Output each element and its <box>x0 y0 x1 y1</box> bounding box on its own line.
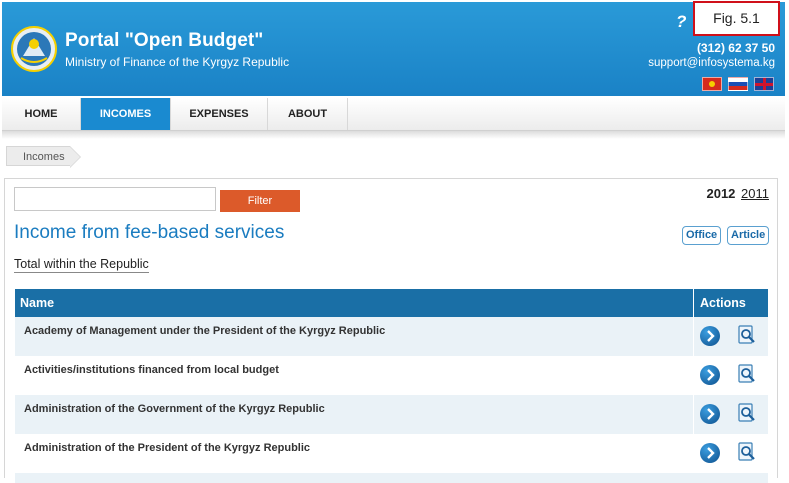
figure-label: Fig. 5.1 <box>693 1 780 36</box>
row-name: Administration of the President of the K… <box>24 442 311 454</box>
main-nav: HOME INCOMES EXPENSES ABOUT <box>2 98 785 131</box>
kyrgyz-emblem-icon <box>11 26 57 72</box>
support-email[interactable]: support@infosystema.kg <box>648 57 775 69</box>
magnifier-document-icon[interactable] <box>738 442 756 462</box>
year-link-2011[interactable]: 2011 <box>741 186 769 201</box>
portal-title[interactable]: Portal "Open Budget" <box>65 30 263 52</box>
column-header-name: Name <box>20 296 55 310</box>
open-arrow-icon[interactable] <box>700 326 720 346</box>
magnifier-document-icon[interactable] <box>738 364 756 384</box>
magnifier-document-icon[interactable] <box>738 403 756 423</box>
search-input[interactable] <box>14 187 216 211</box>
row-actions <box>693 317 768 356</box>
table-row: Academy of Management under the Presiden… <box>15 317 768 356</box>
year-selector: 2012 2011 <box>706 186 769 201</box>
nav-incomes[interactable]: INCOMES <box>81 98 171 130</box>
russian-flag-icon[interactable] <box>728 77 748 91</box>
table-row <box>15 473 768 483</box>
magnifier-document-icon[interactable] <box>738 325 756 345</box>
table-row: Administration of the Government of the … <box>15 395 768 434</box>
row-name: Administration of the Government of the … <box>24 403 325 415</box>
row-name: Activities/institutions financed from lo… <box>24 364 279 376</box>
scope-link[interactable]: Total within the Republic <box>14 257 149 273</box>
office-button[interactable]: Office <box>682 226 722 245</box>
filter-button[interactable]: Filter <box>220 190 300 212</box>
column-header-actions: Actions <box>693 289 768 317</box>
support-phone: (312) 62 37 50 <box>696 41 775 55</box>
income-table: Name Actions Academy of Management under… <box>15 289 768 483</box>
open-arrow-icon[interactable] <box>700 443 720 463</box>
year-current: 2012 <box>706 186 736 201</box>
section-title: Income from fee-based services <box>14 222 285 243</box>
table-row: Administration of the President of the K… <box>15 434 768 473</box>
row-actions <box>693 434 768 473</box>
breadcrumb-incomes[interactable]: Incomes <box>6 146 81 168</box>
open-arrow-icon[interactable] <box>700 404 720 424</box>
help-icon[interactable]: ? <box>676 12 686 32</box>
row-actions <box>693 395 768 434</box>
article-button[interactable]: Article <box>727 226 770 245</box>
table-header: Name Actions <box>15 289 768 317</box>
language-switcher <box>702 77 774 91</box>
open-arrow-icon[interactable] <box>700 365 720 385</box>
nav-about[interactable]: ABOUT <box>268 98 348 130</box>
row-name: Academy of Management under the Presiden… <box>24 325 386 337</box>
english-flag-icon[interactable] <box>754 77 774 91</box>
kyrgyz-flag-icon[interactable] <box>702 77 722 91</box>
nav-home[interactable]: HOME <box>2 98 81 130</box>
nav-expenses[interactable]: EXPENSES <box>171 98 268 130</box>
nav-shadow <box>2 131 785 139</box>
portal-subtitle: Ministry of Finance of the Kyrgyz Republ… <box>65 55 290 69</box>
row-actions <box>693 356 768 395</box>
table-row: Activities/institutions financed from lo… <box>15 356 768 395</box>
